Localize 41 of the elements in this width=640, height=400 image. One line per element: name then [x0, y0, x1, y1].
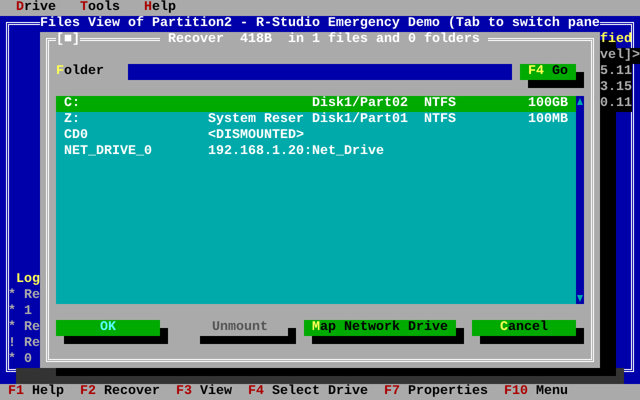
go-button[interactable]: F4 Go — [520, 64, 576, 80]
log-title: Log — [16, 272, 40, 288]
drive-cell: Disk1/Part01 — [312, 112, 408, 128]
folder-label: Folder — [56, 64, 104, 80]
dialog-button[interactable]: Map Network Drive — [304, 320, 456, 336]
menu-item[interactable]: Tools — [80, 0, 120, 16]
log-line: * 1 — [8, 304, 32, 320]
log-line: ! Re — [8, 336, 40, 352]
window-title: Files View of Partition2 - R-Studio Emergency Demo (Tab to switch pane — [40, 16, 600, 32]
drive-cell: NTFS — [424, 96, 456, 112]
drive-cell: Disk1/Part02 — [312, 96, 408, 112]
panel-text-fragment: fied — [600, 32, 632, 48]
drive-cell: NET_DRIVE_0 — [64, 144, 152, 160]
panel-text-fragment: 0.11 — [600, 96, 632, 112]
panel-text-fragment: vel]> — [600, 48, 640, 64]
list-scrollbar[interactable] — [576, 96, 584, 304]
log-line: * Re — [8, 288, 40, 304]
function-key[interactable]: F1 Help — [8, 384, 64, 400]
dialog-button[interactable]: Cancel — [472, 320, 576, 336]
panel-text-fragment: 5.11 — [600, 64, 632, 80]
log-line: * 0 — [8, 352, 32, 368]
menu-item[interactable]: Drive — [16, 0, 56, 16]
panel-text-fragment: 3.15 — [600, 80, 632, 96]
drive-cell: 192.168.1.20:Net_Drive — [208, 144, 384, 160]
drive-cell: System Reser — [208, 112, 304, 128]
drive-cell: C: — [64, 96, 80, 112]
drive-cell: NTFS — [424, 112, 456, 128]
drive-cell: Z: — [64, 112, 80, 128]
drive-cell: 100MB — [528, 112, 568, 128]
drive-cell: CD0 — [64, 128, 88, 144]
folder-input-field[interactable] — [128, 64, 512, 80]
menu-item[interactable]: Help — [144, 0, 176, 16]
log-line: * Re — [8, 320, 40, 336]
function-key[interactable]: F7 Properties — [384, 384, 488, 400]
function-key[interactable]: F10 Menu — [504, 384, 568, 400]
function-key[interactable]: F3 View — [176, 384, 232, 400]
scroll-down-icon[interactable] — [576, 292, 584, 304]
drive-cell: 100GB — [528, 96, 568, 112]
function-key[interactable]: F4 Select Drive — [248, 384, 368, 400]
drive-cell: <DISMOUNTED> — [208, 128, 304, 144]
function-key[interactable]: F2 Recover — [80, 384, 160, 400]
